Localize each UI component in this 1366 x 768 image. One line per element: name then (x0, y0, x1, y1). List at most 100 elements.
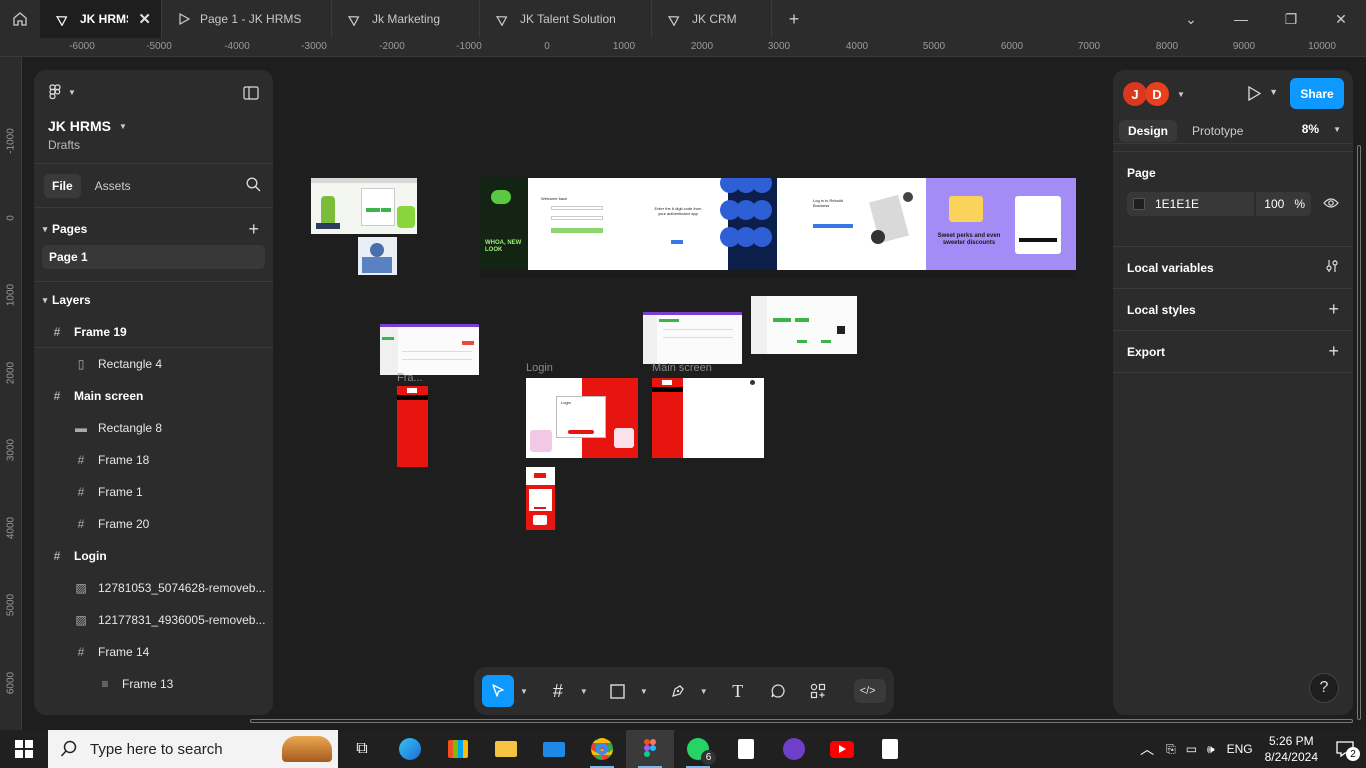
volume-icon[interactable]: 🕪 (1207, 742, 1215, 757)
taskbar-youtube[interactable] (818, 730, 866, 768)
layer-rectangle-4[interactable]: ▯ Rectangle 4 (34, 348, 273, 380)
taskbar-whatsapp[interactable]: 6 (674, 730, 722, 768)
chevron-down-icon[interactable]: ▼ (580, 687, 588, 696)
tab-design[interactable]: Design (1119, 119, 1178, 142)
meet-now-icon[interactable]: ⎘ (1166, 742, 1176, 757)
layer-frame-19[interactable]: # Frame 19 (34, 316, 273, 348)
local-styles-section[interactable]: Local styles + (1113, 289, 1353, 331)
canvas-frame-thumbnail[interactable] (311, 178, 417, 234)
taskbar-edge[interactable] (386, 730, 434, 768)
tab-jk-talent-solution[interactable]: JK Talent Solution (480, 0, 652, 38)
taskbar-search[interactable]: Type here to search (48, 730, 338, 768)
notifications-button[interactable]: 2 (1336, 741, 1360, 761)
zoom-dropdown[interactable]: 8% ▼ (1302, 122, 1341, 136)
horizontal-scrollbar[interactable] (250, 719, 1353, 723)
tab-page-1[interactable]: Page 1 - JK HRMS (162, 0, 332, 38)
dev-mode-toggle[interactable]: </> (853, 679, 886, 703)
pages-header[interactable]: ▾ Pages + (34, 213, 273, 245)
export-section[interactable]: Export + (1113, 331, 1353, 373)
project-title[interactable]: JK HRMS ▼ (48, 118, 259, 134)
text-tool[interactable]: T (722, 675, 754, 707)
canvas-frame-login[interactable]: Login (526, 378, 638, 458)
tab-jk-marketing[interactable]: Jk Marketing (332, 0, 480, 38)
add-style-button[interactable]: + (1328, 299, 1339, 320)
present-button[interactable] (1247, 85, 1262, 104)
canvas-frame-thumbnail[interactable] (526, 467, 555, 530)
layer-frame-20[interactable]: # Frame 20 (34, 508, 273, 540)
main-menu-button[interactable]: ▼ (48, 84, 259, 100)
page-item-page-1[interactable]: Page 1 (42, 245, 265, 269)
canvas-frame-thumbnail[interactable]: WHOA, NEW LOOK Welcome back Enter the 6 … (479, 178, 1076, 278)
background-opacity-input[interactable]: 100 % (1256, 192, 1311, 216)
project-location[interactable]: Drafts (48, 138, 259, 152)
tabs-dropdown-button[interactable]: ⌄ (1166, 0, 1216, 38)
tab-jk-crm[interactable]: JK CRM (652, 0, 772, 38)
canvas-frame-thumbnail[interactable] (751, 296, 857, 354)
layer-image-1[interactable]: ▨ 12781053_5074628-removeb... (34, 572, 273, 604)
canvas-frame-thumbnail[interactable] (643, 312, 742, 364)
layer-frame-13[interactable]: ≡ Frame 13 (34, 668, 273, 700)
start-button[interactable] (0, 730, 48, 768)
taskbar-file-explorer[interactable] (482, 730, 530, 768)
vertical-scrollbar[interactable] (1357, 145, 1361, 720)
chevron-down-icon[interactable]: ▼ (1269, 87, 1278, 97)
taskbar-chrome[interactable] (578, 730, 626, 768)
color-swatch[interactable] (1133, 198, 1145, 210)
layer-main-screen[interactable]: # Main screen (34, 380, 273, 412)
add-page-button[interactable]: + (248, 219, 259, 240)
frame-tool[interactable]: # ▼ (542, 675, 588, 707)
canvas-frame-thumbnail[interactable] (397, 386, 428, 467)
clock[interactable]: 5:26 PM 8/24/2024 (1265, 733, 1318, 765)
canvas-frame-thumbnail[interactable] (358, 237, 397, 275)
canvas-frame-thumbnail[interactable] (380, 324, 479, 375)
variables-settings-button[interactable] (1325, 259, 1339, 276)
taskbar-document-2[interactable] (866, 730, 914, 768)
local-variables-section[interactable]: Local variables (1113, 247, 1353, 289)
canvas-frame-main-screen[interactable] (652, 378, 764, 458)
actions-tool[interactable] (802, 675, 834, 707)
chevron-down-icon[interactable]: ▼ (700, 687, 708, 696)
avatar[interactable]: D (1145, 82, 1169, 106)
tab-jk-hrms[interactable]: JK HRMS ✕ (40, 0, 162, 38)
maximize-button[interactable]: ❐ (1266, 0, 1316, 38)
frame-label[interactable]: Fra... (397, 372, 423, 384)
pen-tool[interactable]: ▼ (662, 675, 708, 707)
search-layers-button[interactable] (246, 177, 261, 195)
layer-image-2[interactable]: ▨ 12177831_4936005-removeb... (34, 604, 273, 636)
share-button[interactable]: Share (1290, 78, 1344, 109)
task-view-button[interactable]: ⧉ (338, 730, 386, 768)
layer-login[interactable]: # Login (34, 540, 273, 572)
minimize-button[interactable]: — (1216, 0, 1266, 38)
frame-label-main-screen[interactable]: Main screen (652, 362, 712, 374)
tab-prototype[interactable]: Prototype (1183, 120, 1252, 142)
chevron-down-icon[interactable]: ▼ (640, 687, 648, 696)
taskbar-document[interactable] (722, 730, 770, 768)
show-hidden-icons-button[interactable]: ︿ (1140, 739, 1154, 759)
help-button[interactable]: ? (1309, 673, 1339, 703)
add-export-button[interactable]: + (1328, 341, 1339, 362)
close-window-button[interactable]: ✕ (1316, 0, 1366, 38)
move-tool[interactable]: ▼ (482, 675, 528, 707)
close-tab-icon[interactable]: ✕ (138, 10, 151, 28)
layer-frame-1[interactable]: # Frame 1 (34, 476, 273, 508)
new-tab-button[interactable]: + (772, 0, 816, 38)
network-icon[interactable]: ▭ (1186, 742, 1197, 756)
layer-frame-14[interactable]: # Frame 14 (34, 636, 273, 668)
comment-tool[interactable] (762, 675, 794, 707)
layer-rectangle-8[interactable]: ▬ Rectangle 8 (34, 412, 273, 444)
frame-label-login[interactable]: Login (526, 362, 553, 374)
taskbar-mail[interactable] (530, 730, 578, 768)
shape-tool[interactable]: ▼ (602, 675, 648, 707)
language-indicator[interactable]: ENG (1227, 742, 1253, 756)
chevron-down-icon[interactable]: ▼ (520, 687, 528, 696)
home-button[interactable] (0, 0, 40, 38)
layers-header[interactable]: ▾ Layers (34, 284, 273, 316)
taskbar-store[interactable] (434, 730, 482, 768)
tab-file[interactable]: File (44, 173, 81, 198)
tab-assets[interactable]: Assets (87, 174, 139, 198)
layer-frame-18[interactable]: # Frame 18 (34, 444, 273, 476)
chevron-down-icon[interactable]: ▼ (1177, 90, 1185, 99)
avatar[interactable]: J (1123, 82, 1147, 106)
toggle-visibility-button[interactable] (1323, 197, 1339, 212)
taskbar-github[interactable] (770, 730, 818, 768)
